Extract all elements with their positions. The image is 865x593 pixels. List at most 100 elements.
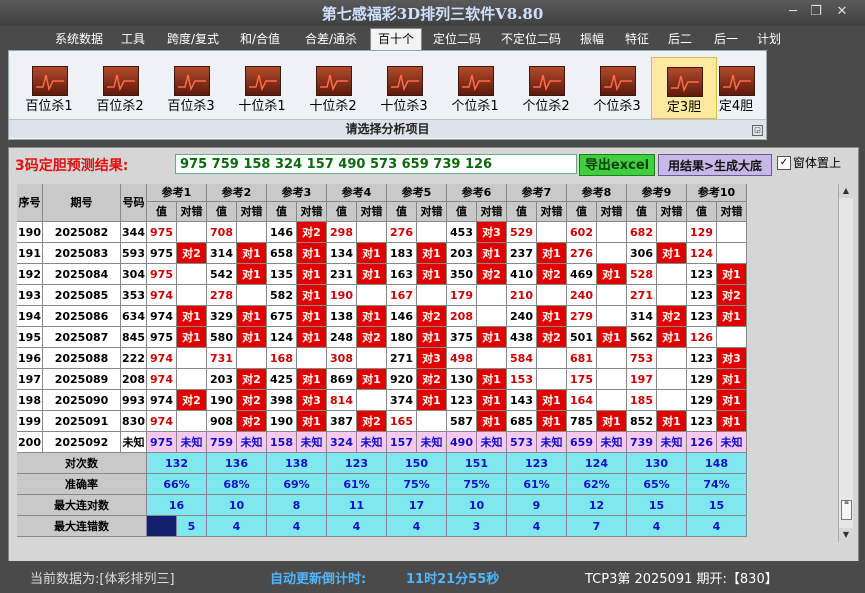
scroll-thumb[interactable]: ≡ [841, 500, 852, 520]
row-hit[interactable] [177, 348, 207, 369]
row-hit[interactable]: 对1 [417, 327, 447, 348]
row-value[interactable]: 681 [567, 348, 597, 369]
predict-value[interactable]: 573 [507, 432, 537, 453]
row-value[interactable]: 203 [207, 369, 237, 390]
row-value[interactable]: 298 [327, 222, 357, 243]
row-value[interactable]: 974 [147, 285, 177, 306]
row-value[interactable]: 124 [687, 243, 717, 264]
row-hit[interactable] [537, 369, 567, 390]
predict-value[interactable]: 490 [447, 432, 477, 453]
menu-item[interactable]: 后一 [706, 29, 746, 49]
row-value[interactable]: 130 [447, 369, 477, 390]
row-hit[interactable]: 对1 [537, 306, 567, 327]
row-hit[interactable]: 对2 [237, 369, 267, 390]
row-value[interactable]: 138 [327, 306, 357, 327]
row-hit[interactable]: 对2 [297, 222, 327, 243]
row-value[interactable]: 498 [447, 348, 477, 369]
row-hit[interactable]: 对1 [177, 327, 207, 348]
row-hit[interactable]: 对1 [657, 411, 687, 432]
row-value[interactable]: 753 [627, 348, 657, 369]
row-value[interactable]: 975 [147, 264, 177, 285]
menu-item[interactable]: 跨度/复式 [160, 29, 226, 49]
row-value[interactable]: 231 [327, 264, 357, 285]
row-hit[interactable] [477, 306, 507, 327]
row-value[interactable]: 410 [507, 264, 537, 285]
row-hit[interactable] [597, 285, 627, 306]
menu-item[interactable]: 系统数据 [50, 29, 108, 49]
row-hit[interactable]: 对1 [597, 264, 627, 285]
prediction-result-field[interactable]: 975 759 158 324 157 490 573 659 739 126 [175, 154, 577, 174]
predict-hit[interactable]: 未知 [417, 432, 447, 453]
row-value[interactable]: 974 [147, 348, 177, 369]
row-hit[interactable] [357, 222, 387, 243]
predict-value[interactable]: 324 [327, 432, 357, 453]
row-hit[interactable]: 对2 [237, 390, 267, 411]
ribbon-button[interactable]: 定3胆 [651, 57, 717, 119]
row-hit[interactable]: 对1 [597, 411, 627, 432]
menu-item[interactable]: 振幅 [572, 29, 612, 49]
row-value[interactable]: 278 [207, 285, 237, 306]
row-hit[interactable] [417, 222, 447, 243]
row-hit[interactable] [537, 285, 567, 306]
row-hit[interactable] [597, 243, 627, 264]
row-hit[interactable] [297, 348, 327, 369]
row-value[interactable]: 975 [147, 243, 177, 264]
menu-item[interactable]: 定位二码 [425, 29, 489, 49]
row-hit[interactable] [657, 264, 687, 285]
row-hit[interactable]: 对1 [297, 411, 327, 432]
row-value[interactable]: 375 [447, 327, 477, 348]
row-value[interactable]: 237 [507, 243, 537, 264]
menu-item[interactable]: 工具 [115, 29, 151, 49]
predict-value[interactable]: 975 [147, 432, 177, 453]
row-hit[interactable] [357, 390, 387, 411]
row-value[interactable]: 425 [267, 369, 297, 390]
row-value[interactable]: 528 [627, 264, 657, 285]
row-hit[interactable] [717, 222, 747, 243]
row-value[interactable]: 852 [627, 411, 657, 432]
row-value[interactable]: 814 [327, 390, 357, 411]
predict-hit[interactable]: 未知 [717, 432, 747, 453]
row-hit[interactable]: 对2 [537, 264, 567, 285]
row-value[interactable]: 240 [507, 306, 537, 327]
ribbon-button[interactable]: 定4胆 [716, 57, 756, 117]
row-hit[interactable]: 对1 [237, 306, 267, 327]
row-value[interactable]: 123 [687, 285, 717, 306]
predict-value[interactable]: 659 [567, 432, 597, 453]
row-value[interactable]: 276 [567, 243, 597, 264]
row-value[interactable]: 438 [507, 327, 537, 348]
row-value[interactable]: 165 [387, 411, 417, 432]
predict-hit[interactable]: 未知 [537, 432, 567, 453]
row-hit[interactable] [657, 285, 687, 306]
row-value[interactable]: 908 [207, 411, 237, 432]
row-hit[interactable]: 对1 [237, 243, 267, 264]
ribbon-button[interactable]: 十位杀3 [372, 57, 436, 117]
ribbon-launcher-icon[interactable]: ◲ [752, 125, 763, 136]
predict-hit[interactable]: 未知 [237, 432, 267, 453]
scroll-up-icon[interactable]: ▲ [839, 184, 853, 198]
row-hit[interactable] [597, 348, 627, 369]
row-value[interactable]: 582 [267, 285, 297, 306]
row-value[interactable]: 124 [267, 327, 297, 348]
row-hit[interactable]: 对1 [477, 390, 507, 411]
row-hit[interactable]: 对2 [237, 411, 267, 432]
row-value[interactable]: 584 [507, 348, 537, 369]
row-hit[interactable]: 对1 [297, 327, 327, 348]
row-hit[interactable]: 对2 [477, 264, 507, 285]
row-hit[interactable] [597, 390, 627, 411]
row-hit[interactable]: 对1 [237, 327, 267, 348]
ribbon-button[interactable]: 十位杀2 [301, 57, 365, 117]
selected-cell[interactable] [147, 516, 177, 537]
predict-hit[interactable]: 未知 [477, 432, 507, 453]
row-value[interactable]: 179 [447, 285, 477, 306]
row-value[interactable]: 134 [327, 243, 357, 264]
predict-value[interactable]: 158 [267, 432, 297, 453]
menu-item[interactable]: 计划 [751, 29, 787, 49]
predict-hit[interactable]: 未知 [357, 432, 387, 453]
row-hit[interactable]: 对1 [657, 243, 687, 264]
row-value[interactable]: 974 [147, 411, 177, 432]
row-hit[interactable] [357, 348, 387, 369]
row-value[interactable]: 708 [207, 222, 237, 243]
row-value[interactable]: 129 [687, 222, 717, 243]
row-value[interactable]: 203 [447, 243, 477, 264]
row-value[interactable]: 501 [567, 327, 597, 348]
